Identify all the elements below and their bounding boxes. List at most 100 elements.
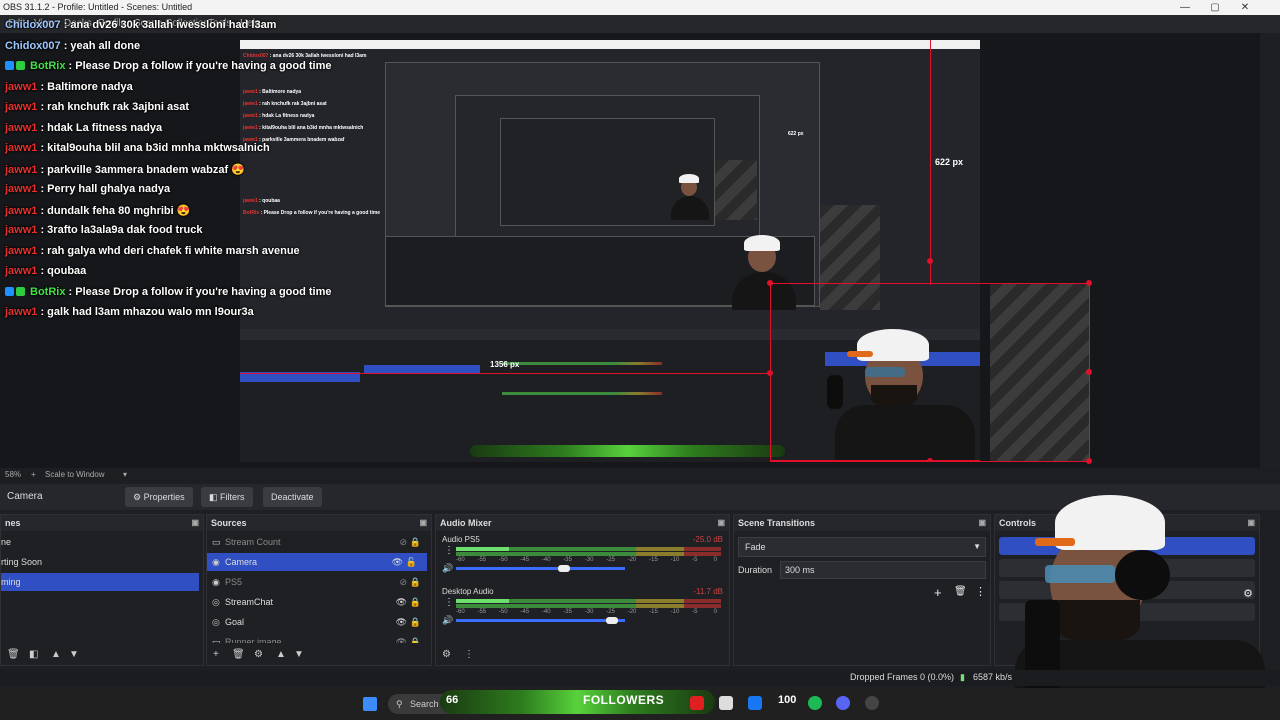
source-item[interactable]: ◉ PS5 ⊘ 🔒 <box>207 573 431 591</box>
duration-label: Duration <box>738 565 773 575</box>
add-source-icon[interactable]: + <box>213 649 219 660</box>
lock-icon[interactable]: 🔒 <box>410 573 421 591</box>
visibility-eye-icon[interactable]: 👁 <box>396 593 407 611</box>
mixer-more-icon[interactable]: ⋮ <box>464 649 474 660</box>
mixer-settings-icon[interactable]: ⚙ <box>442 649 451 660</box>
move-up-icon[interactable]: ▲ <box>51 649 61 660</box>
facebook-icon[interactable] <box>748 696 762 710</box>
lock-icon[interactable]: 🔒 <box>410 533 421 551</box>
mini-chat-8: BotRix : Please Drop a follow if you're … <box>243 210 381 216</box>
volume-fader-knob[interactable] <box>606 617 618 624</box>
source-item[interactable]: ▭ Runner image 👁 🔒 <box>207 633 431 643</box>
channel-menu-icon[interactable]: ⋮ <box>444 597 454 608</box>
chat-message: jaww1 : galk had l3am mhazou walo mn l9o… <box>5 306 254 318</box>
selection-edge-top <box>770 283 1090 284</box>
transform-handle-outer-right[interactable] <box>1086 369 1092 375</box>
undock-icon[interactable]: ▣ <box>419 515 427 531</box>
properties-button[interactable]: ⚙ Properties <box>125 487 193 507</box>
source-item[interactable]: ◎ Goal 👁 🔒 <box>207 613 431 631</box>
remove-source-icon[interactable]: 🗑 <box>232 649 245 660</box>
remove-transition-icon[interactable]: 🗑 <box>954 586 967 597</box>
discord-icon[interactable] <box>836 696 850 710</box>
level-meter <box>456 599 721 603</box>
volume-fader-knob[interactable] <box>558 565 570 572</box>
visibility-eye-icon[interactable]: ⊘ <box>399 573 407 591</box>
source-item[interactable]: ◎ StreamChat 👁 🔒 <box>207 593 431 611</box>
source-label: Goal <box>225 617 245 627</box>
transform-handle-left[interactable] <box>767 370 773 376</box>
add-transition-icon[interactable]: + <box>934 585 942 600</box>
zoom-add-button[interactable]: + <box>31 470 36 479</box>
chevron-down-icon[interactable]: ▾ <box>123 470 127 479</box>
visibility-eye-icon[interactable]: 👁 <box>392 553 403 571</box>
search-label: Search <box>410 699 439 709</box>
window-title: OBS 31.1.2 - Profile: Untitled - Scenes:… <box>3 2 193 12</box>
chat-badges <box>5 60 27 72</box>
volume-fader[interactable] <box>456 619 625 622</box>
transform-handle-outer-br[interactable] <box>1086 458 1092 464</box>
mixer-footer: ⚙ ⋮ <box>436 647 729 665</box>
chat-username: jaww1 <box>5 183 38 195</box>
filters-label: Filters <box>220 492 245 502</box>
chat-username: Chidox007 <box>5 39 61 52</box>
visibility-eye-icon[interactable]: ⊘ <box>399 533 407 551</box>
visibility-eye-icon[interactable]: 👁 <box>396 613 407 631</box>
source-settings-icon[interactable]: ⚙ <box>254 649 263 660</box>
nested-followers-bar <box>470 445 785 457</box>
transform-handle-outer-tr[interactable] <box>1086 280 1092 286</box>
volume-fader[interactable] <box>456 567 625 570</box>
scene-item-selected[interactable]: ming <box>1 573 199 591</box>
chat-text: : yeah all done <box>60 39 141 52</box>
move-down-icon[interactable]: ▼ <box>294 649 304 660</box>
undock-icon[interactable]: ▣ <box>191 515 199 531</box>
obs-icon[interactable] <box>865 696 879 710</box>
source-item[interactable]: ▭ Stream Count ⊘ 🔒 <box>207 533 431 551</box>
visibility-eye-icon[interactable]: 👁 <box>396 633 407 643</box>
search-icon: ⚲ <box>396 699 403 709</box>
chat-username: jaww1 <box>5 101 38 113</box>
followers-goal-bar <box>440 690 715 714</box>
remove-scene-icon[interactable]: 🗑 <box>7 649 20 660</box>
tick-label: -30 <box>584 557 594 563</box>
spotify-icon[interactable] <box>808 696 822 710</box>
program-canvas[interactable]: Chidox007 : ana dv26 30k 3allah iwesslon… <box>240 40 980 462</box>
chat-username: jaww1 <box>5 163 38 176</box>
filter-scene-icon[interactable]: ◧ <box>29 649 38 660</box>
lock-icon[interactable]: 🔒 <box>410 633 421 643</box>
maximize-button[interactable]: ▢ <box>1200 0 1230 15</box>
lock-icon[interactable]: 🔒 <box>410 613 421 631</box>
transition-select[interactable]: Fade ▼ <box>738 537 986 557</box>
selection-bounding-box[interactable] <box>770 283 980 461</box>
tick-label: -10 <box>670 609 680 615</box>
hatched-area-outer <box>990 283 1090 461</box>
scene-item[interactable]: ne <box>1 533 203 551</box>
move-down-icon[interactable]: ▼ <box>69 649 79 660</box>
close-button[interactable]: ✕ <box>1230 0 1260 15</box>
tick-label: -15 <box>649 557 658 563</box>
scene-item[interactable]: rting Soon <box>1 553 203 571</box>
minimize-button[interactable]: — <box>1170 0 1200 15</box>
amazon-icon[interactable] <box>719 696 733 710</box>
undock-icon[interactable]: ▣ <box>978 515 986 531</box>
filters-button[interactable]: ◧ Filters <box>201 487 253 507</box>
transition-more-icon[interactable]: ⋮ <box>975 585 986 598</box>
chat-message: jaww1 : qoubaa <box>5 265 86 277</box>
mute-speaker-icon[interactable]: 🔊 <box>442 563 453 574</box>
scale-mode-select[interactable]: Scale to Window <box>45 470 105 479</box>
move-up-icon[interactable]: ▲ <box>276 649 286 660</box>
deactivate-button[interactable]: Deactivate <box>263 487 322 507</box>
mini-chat-1: Chidox007 : ana dv26 30k 3allah iwesslon… <box>243 53 367 59</box>
mute-speaker-icon[interactable]: 🔊 <box>442 615 453 626</box>
youtube-icon[interactable] <box>690 696 704 710</box>
tick-label: 0 <box>713 609 717 615</box>
channel-menu-icon[interactable]: ⋮ <box>444 545 454 556</box>
windows-start-icon[interactable] <box>363 697 377 711</box>
lock-icon[interactable]: 🔓 <box>406 553 417 571</box>
scenes-dock: nes ▣ ne rting Soon ming 🗑 ◧ ▲ ▼ <box>0 514 204 666</box>
transform-handle-top[interactable] <box>927 258 933 264</box>
undock-icon[interactable]: ▣ <box>717 515 725 531</box>
chat-message: jaww1 : dundalk feha 80 mghribi 😍 <box>5 204 190 217</box>
lock-icon[interactable]: 🔒 <box>410 593 421 611</box>
source-item[interactable]: ◉ Camera 👁 🔓 <box>207 553 427 571</box>
duration-field[interactable]: 300 ms <box>780 561 986 579</box>
